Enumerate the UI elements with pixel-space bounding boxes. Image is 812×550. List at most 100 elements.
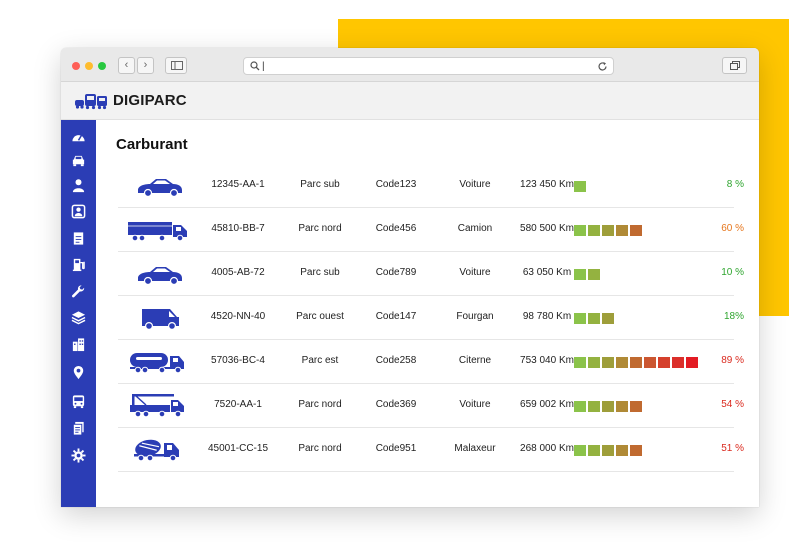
gauge-segment xyxy=(630,357,642,368)
gauge-segment xyxy=(616,445,628,456)
layers-icon[interactable] xyxy=(71,310,86,325)
driver-icon[interactable] xyxy=(71,204,86,219)
fuel-percent: 54 % xyxy=(721,399,744,410)
car-icon xyxy=(126,171,190,201)
gauge-segment xyxy=(672,357,684,368)
sidebar-nav xyxy=(61,120,96,507)
close-window-button[interactable] xyxy=(72,62,80,70)
app-name: DIGIPARC xyxy=(113,92,187,109)
fleet-park: Parc sub xyxy=(300,179,340,190)
gauge-segment xyxy=(630,401,642,412)
mileage: 659 002 Km xyxy=(520,399,574,410)
fuel-pump-icon[interactable] xyxy=(71,257,86,272)
bus-icon[interactable] xyxy=(71,394,86,409)
vehicle-type: Camion xyxy=(457,223,493,234)
tabs-overview-button[interactable] xyxy=(722,57,747,74)
vehicle-row[interactable]: 12345-AA-1 Parc sub Code123 Voiture 123 … xyxy=(118,164,744,208)
vehicle-row[interactable]: 57036-BC-4 Parc est Code258 Citerne 753 … xyxy=(118,340,744,384)
vehicle-row[interactable]: 45001-CC-15 Parc nord Code951 Malaxeur 2… xyxy=(118,428,744,472)
reload-icon[interactable] xyxy=(597,61,608,72)
vehicle-type: Voiture xyxy=(459,267,491,278)
plate-number: 45001-CC-15 xyxy=(207,443,269,454)
van-icon xyxy=(126,303,190,333)
gauge-segment xyxy=(686,357,698,368)
gear-icon[interactable] xyxy=(71,448,86,463)
vehicle-type: Voiture xyxy=(459,399,491,410)
plate-number: 57036-BC-4 xyxy=(211,355,265,366)
gauge-segment xyxy=(602,401,614,412)
page-title: Carburant xyxy=(116,136,188,153)
gauge-segment xyxy=(630,225,642,236)
vehicle-code: Code951 xyxy=(375,443,417,454)
gauge-segment xyxy=(574,313,586,324)
gauge-segment xyxy=(588,401,600,412)
gauge-segment xyxy=(602,357,614,368)
mileage: 98 780 Km xyxy=(522,311,572,322)
app-header: DIGIPARC xyxy=(61,82,759,120)
fuel-percent: 89 % xyxy=(721,355,744,366)
vehicle-type: Malaxeur xyxy=(454,443,496,454)
gauge-segment xyxy=(602,445,614,456)
gauge-segment xyxy=(588,357,600,368)
fuel-percent: 8 % xyxy=(726,179,744,190)
browser-window: ‹ › DIGIPARC xyxy=(61,48,759,507)
dashboard-icon[interactable] xyxy=(71,130,86,145)
documents-icon[interactable] xyxy=(71,421,86,436)
fuel-percent: 18% xyxy=(723,311,744,322)
back-button[interactable]: ‹ xyxy=(118,57,135,74)
plate-number: 4005-AB-72 xyxy=(211,267,265,278)
vehicle-code: Code369 xyxy=(375,399,417,410)
user-icon[interactable] xyxy=(71,178,86,193)
location-pin-icon[interactable] xyxy=(71,365,86,380)
sidebar-toggle-icon xyxy=(171,61,183,70)
gauge-segment xyxy=(574,225,586,236)
vehicle-row[interactable]: 45810-BB-7 Parc nord Code456 Camion 580 … xyxy=(118,208,744,252)
gauge-segment xyxy=(574,181,586,192)
gauge-segment xyxy=(616,225,628,236)
document-icon[interactable] xyxy=(71,231,86,246)
fleet-park: Parc sub xyxy=(300,267,340,278)
chevron-left-icon: ‹ xyxy=(124,59,129,71)
fleet-park: Parc est xyxy=(301,355,339,366)
fuel-percent: 60 % xyxy=(721,223,744,234)
gauge-segment xyxy=(588,225,600,236)
sidebar-toggle-button[interactable] xyxy=(165,57,187,74)
vehicle-type: Voiture xyxy=(459,179,491,190)
car-icon[interactable] xyxy=(71,153,86,168)
vehicle-code: Code147 xyxy=(375,311,417,322)
url-input[interactable] xyxy=(262,60,582,73)
fleet-park: Parc nord xyxy=(298,223,342,234)
vehicle-row[interactable]: 7520-AA-1 Parc nord Code369 Voiture 659 … xyxy=(118,384,744,428)
mileage: 123 450 Km xyxy=(520,179,574,190)
vehicle-row[interactable]: 4005-AB-72 Parc sub Code789 Voiture 63 0… xyxy=(118,252,744,296)
vehicle-code: Code258 xyxy=(375,355,417,366)
address-bar[interactable] xyxy=(243,57,614,75)
gauge-segment xyxy=(588,445,600,456)
gauge-segment xyxy=(574,401,586,412)
tabs-icon xyxy=(730,61,740,70)
minimize-window-button[interactable] xyxy=(85,62,93,70)
forward-button[interactable]: › xyxy=(137,57,154,74)
gauge-segment xyxy=(616,357,628,368)
fleet-park: Parc nord xyxy=(298,443,342,454)
gauge-segment xyxy=(588,313,600,324)
gauge-segment xyxy=(588,269,600,280)
chevron-right-icon: › xyxy=(143,59,148,71)
vehicle-row[interactable]: 4520-NN-40 Parc ouest Code147 Fourgan 98… xyxy=(118,296,744,340)
mileage: 268 000 Km xyxy=(520,443,574,454)
vehicle-type: Fourgan xyxy=(456,311,494,322)
gauge-segment xyxy=(630,445,642,456)
wrench-icon[interactable] xyxy=(71,284,86,299)
fuel-percent: 51 % xyxy=(721,443,744,454)
search-icon xyxy=(250,61,260,71)
buildings-icon[interactable] xyxy=(71,337,86,352)
fleet-park: Parc nord xyxy=(298,399,342,410)
main-content: Carburant 12345-AA-1 Parc sub Code123 Vo… xyxy=(96,120,759,507)
gauge-segment xyxy=(616,401,628,412)
fleet-logo-icon xyxy=(75,94,107,110)
gauge-segment xyxy=(644,357,656,368)
gauge-segment xyxy=(574,445,586,456)
plate-number: 12345-AA-1 xyxy=(211,179,265,190)
mileage: 63 050 Km xyxy=(522,267,572,278)
maximize-window-button[interactable] xyxy=(98,62,106,70)
